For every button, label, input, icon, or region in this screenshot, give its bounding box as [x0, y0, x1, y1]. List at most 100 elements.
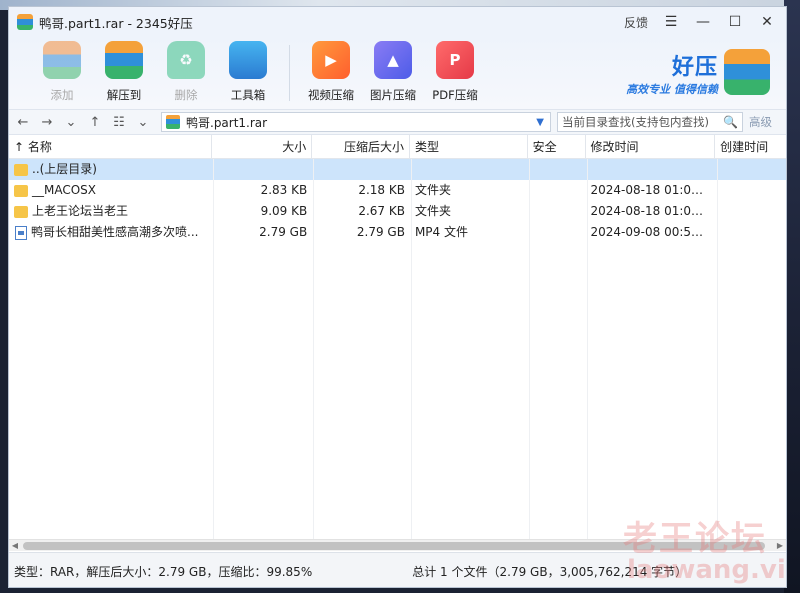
extract-button[interactable]: 解压到 — [93, 37, 155, 103]
path-dropdown-icon[interactable]: ▼ — [536, 117, 544, 128]
back-arrow-icon[interactable]: ← — [13, 112, 33, 132]
table-row[interactable]: 上老王论坛当老王 9.09 KB 2.67 KB 文件夹 2024-08-18 … — [9, 201, 786, 222]
file-size: 9.09 KB — [260, 204, 308, 218]
add-label: 添加 — [50, 88, 74, 102]
folder-icon — [14, 184, 28, 197]
pdf-compress-label: PDF压缩 — [432, 88, 478, 102]
file-compressed-size: 2.67 KB — [358, 204, 405, 218]
file-security — [528, 159, 586, 180]
brand-name: 好压 — [671, 55, 718, 80]
delete-label: 删除 — [174, 88, 198, 102]
scroll-left-icon[interactable]: ◀ — [9, 541, 21, 550]
file-security — [528, 201, 586, 222]
view-mode-icon[interactable]: ☷ — [109, 112, 129, 132]
column-header-created[interactable]: 创建时间 — [715, 135, 786, 159]
table-header: ↑ 名称 大小 压缩后大小 类型 安全 修改时间 创建时间 — [9, 135, 786, 159]
up-arrow-icon[interactable]: ↑ — [85, 112, 105, 132]
video-compress-button[interactable]: ▶ 视频压缩 — [300, 37, 362, 103]
pdf-compress-button[interactable]: P PDF压缩 — [424, 37, 486, 103]
column-header-security[interactable]: 安全 — [528, 135, 586, 159]
file-size: 2.83 KB — [260, 183, 308, 197]
advanced-search-link[interactable]: 高级 — [749, 114, 772, 130]
file-type — [410, 159, 528, 180]
table-row[interactable]: 鸭哥长相甜美性感高潮多次喷... 2.79 GB 2.79 GB MP4 文件 … — [9, 222, 786, 243]
recycle-icon: ♻ — [167, 41, 205, 79]
toolbar: 添加 解压到 ♻ 删除 工具箱 ▶ 视频压缩 ▲ 图片压缩 P PDF压缩 好压 — [9, 37, 786, 109]
file-modified: 2024-08-18 01:05:... — [590, 183, 715, 197]
toolbox-icon — [229, 41, 267, 79]
column-label: 名称 — [27, 140, 52, 154]
minimize-icon[interactable]: — — [694, 13, 712, 31]
file-security — [528, 222, 586, 243]
file-list: ↑ 名称 大小 压缩后大小 类型 安全 修改时间 创建时间 ..(上层目录) _… — [9, 135, 786, 543]
file-created — [715, 180, 786, 201]
scroll-right-icon[interactable]: ▶ — [774, 541, 786, 550]
file-name: __MACOSX — [32, 183, 97, 197]
column-header-modified[interactable]: 修改时间 — [586, 135, 716, 159]
image-icon: ▲ — [374, 41, 412, 79]
extract-label: 解压到 — [106, 88, 142, 102]
toolbox-button[interactable]: 工具箱 — [217, 37, 279, 103]
file-name: 鸭哥长相甜美性感高潮多次喷... — [31, 225, 199, 239]
rar-icon — [166, 115, 180, 129]
image-compress-button[interactable]: ▲ 图片压缩 — [362, 37, 424, 103]
file-compressed-size: 2.79 GB — [356, 225, 405, 239]
extract-icon — [105, 41, 143, 79]
column-header-name[interactable]: ↑ 名称 — [9, 135, 213, 159]
table-row[interactable]: ..(上层目录) — [9, 159, 786, 180]
video-icon: ▶ — [312, 41, 350, 79]
folder-icon — [14, 205, 28, 218]
navigation-bar: ← → ⌄ ↑ ☷ ⌄ 鸭哥.part1.rar ▼ 当前目录查找(支持包内查找… — [9, 109, 786, 135]
add-button[interactable]: 添加 — [31, 37, 93, 103]
file-security — [528, 180, 586, 201]
window-title: 鸭哥.part1.rar - 2345好压 — [39, 15, 193, 31]
video-compress-label: 视频压缩 — [308, 88, 354, 102]
file-compressed-size: 2.18 KB — [358, 183, 405, 197]
view-dropdown-icon[interactable]: ⌄ — [133, 112, 153, 132]
column-header-type[interactable]: 类型 — [410, 135, 528, 159]
brand-area: 好压 高效专业 值得信赖 — [586, 37, 776, 109]
file-modified — [586, 159, 716, 180]
title-bar: 鸭哥.part1.rar - 2345好压 反馈 ☰ — ☐ ✕ — [9, 7, 786, 37]
delete-button[interactable]: ♻ 删除 — [155, 37, 217, 103]
file-created — [715, 201, 786, 222]
menu-icon[interactable]: ☰ — [662, 13, 680, 31]
watermark-text: 老王论坛 — [623, 519, 767, 559]
file-compressed-size — [312, 159, 410, 180]
file-type: 文件夹 — [414, 204, 451, 218]
search-input[interactable]: 当前目录查找(支持包内查找) 🔍 — [557, 112, 743, 132]
close-icon[interactable]: ✕ — [758, 13, 776, 31]
pdf-icon: P — [436, 41, 474, 79]
column-header-size[interactable]: 大小 — [212, 135, 313, 159]
search-placeholder: 当前目录查找(支持包内查找) — [562, 115, 709, 129]
archive-add-icon — [43, 41, 81, 79]
file-modified: 2024-09-08 00:53:... — [590, 225, 715, 239]
app-icon — [17, 14, 33, 30]
file-size: 2.79 GB — [259, 225, 308, 239]
archive-info: 类型：RAR，解压后大小：2.79 GB，压缩比：99.85% — [14, 564, 313, 579]
brand-slogan: 高效专业 值得信赖 — [626, 83, 718, 96]
file-type: 文件夹 — [414, 183, 451, 197]
file-type: MP4 文件 — [414, 225, 468, 239]
file-name: 上老王论坛当老王 — [32, 204, 129, 218]
history-dropdown-icon[interactable]: ⌄ — [61, 112, 81, 132]
watermark-url: laowang.vip — [627, 555, 787, 585]
folder-icon — [14, 163, 28, 176]
feedback-link[interactable]: 反馈 — [624, 14, 648, 31]
file-modified: 2024-08-18 01:05:... — [590, 204, 715, 218]
column-header-compressed-size[interactable]: 压缩后大小 — [312, 135, 410, 159]
haozip-window: 鸭哥.part1.rar - 2345好压 反馈 ☰ — ☐ ✕ 添加 解压到 … — [8, 6, 787, 588]
path-bar[interactable]: 鸭哥.part1.rar ▼ — [161, 112, 551, 132]
table-row[interactable]: __MACOSX 2.83 KB 2.18 KB 文件夹 2024-08-18 … — [9, 180, 786, 201]
maximize-icon[interactable]: ☐ — [726, 13, 744, 31]
forward-arrow-icon[interactable]: → — [37, 112, 57, 132]
haozip-logo-icon — [724, 49, 770, 95]
file-name: ..(上层目录) — [32, 162, 97, 176]
path-text: 鸭哥.part1.rar — [186, 115, 268, 130]
file-created — [715, 159, 786, 180]
search-icon[interactable]: 🔍 — [723, 115, 738, 129]
toolbox-label: 工具箱 — [230, 88, 266, 102]
file-created — [715, 222, 786, 243]
file-size — [212, 159, 312, 180]
toolbar-separator — [289, 45, 290, 101]
